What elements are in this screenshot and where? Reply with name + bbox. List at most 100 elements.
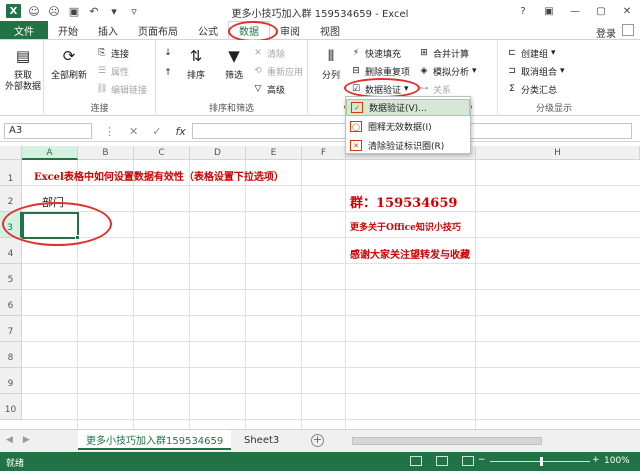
login-link[interactable]: 登录 <box>596 25 616 40</box>
flash-fill-button[interactable]: ⚡ 快速填充 <box>350 46 401 60</box>
cell-a2-value: 部门 <box>42 196 64 209</box>
clear-button[interactable]: ✕ 清除 <box>252 46 285 60</box>
row-header-2[interactable]: 2 <box>0 186 22 212</box>
column-header-e[interactable]: E <box>246 146 302 160</box>
sheet-tab-active[interactable]: 更多小技巧加入群159534659 <box>78 430 232 450</box>
advanced-button[interactable]: ▽ 高级 <box>252 82 285 96</box>
insert-function-button[interactable]: fx <box>175 125 185 138</box>
tab-data[interactable]: 数据 <box>228 21 270 39</box>
ungroup-button[interactable]: ⊐ 取消组合 ▾ <box>506 64 564 78</box>
text-to-columns-button[interactable]: ⫴ 分列 <box>316 44 346 82</box>
tab-home[interactable]: 开始 <box>48 21 88 39</box>
sort-button[interactable]: ⇅ 排序 <box>180 44 212 82</box>
column-header-f[interactable]: F <box>302 146 346 160</box>
zoom-out-icon[interactable]: − <box>478 455 486 465</box>
relationships-button[interactable]: ⊶ 关系 <box>418 82 452 96</box>
row-header-6[interactable]: 6 <box>0 290 22 316</box>
edit-links-label: 编辑链接 <box>111 85 148 96</box>
sort-za-button[interactable]: ↑ <box>162 66 174 80</box>
add-sheet-icon[interactable]: + <box>311 434 324 447</box>
row-header-5[interactable]: 5 <box>0 264 22 290</box>
relationships-label: 关系 <box>433 85 452 96</box>
column-header-b[interactable]: B <box>78 146 134 160</box>
subtotal-label: 分类汇总 <box>521 85 558 96</box>
cancel-icon[interactable]: ✕ <box>129 125 138 138</box>
select-all-corner[interactable] <box>0 146 22 160</box>
connections-button[interactable]: ⎘ 连接 <box>96 46 129 60</box>
worksheet-grid[interactable]: A B C D E F H 1 2 3 4 5 6 7 8 9 10 Excel… <box>0 146 640 429</box>
properties-icon: ☰ <box>97 66 107 76</box>
minimize-button[interactable]: — <box>562 0 588 22</box>
row-header-9[interactable]: 9 <box>0 368 22 394</box>
tab-view[interactable]: 视图 <box>310 21 350 39</box>
fill-handle[interactable] <box>75 235 80 240</box>
row-header-4[interactable]: 4 <box>0 238 22 264</box>
ribbon-display-icon[interactable]: ▣ <box>536 0 562 22</box>
page-layout-view-icon[interactable] <box>436 456 448 466</box>
help-button[interactable]: ? <box>510 0 536 22</box>
edit-links-button[interactable]: ⛓ 编辑链接 <box>96 82 147 96</box>
prev-sheet-icon[interactable]: ◀ <box>6 435 13 445</box>
smiley-icon[interactable]: ☺ <box>27 4 41 18</box>
row-header-8[interactable]: 8 <box>0 342 22 368</box>
properties-button[interactable]: ☰ 属性 <box>96 64 129 78</box>
active-cell-a3[interactable] <box>22 212 79 239</box>
row-header-3[interactable]: 3 <box>0 212 22 238</box>
menu-item-data-validation[interactable]: ✓ 数据验证(V)... <box>346 99 470 116</box>
formula-bar: A3 ⋮ ✕ ✓ fx <box>0 120 640 142</box>
enter-icon[interactable]: ✓ <box>152 125 161 138</box>
row-header-7[interactable]: 7 <box>0 316 22 342</box>
column-header-a[interactable]: A <box>22 146 78 160</box>
close-button[interactable]: ✕ <box>614 0 640 22</box>
filter-button[interactable]: ▼ 筛选 <box>218 44 250 82</box>
zoom-slider-knob[interactable] <box>540 457 543 466</box>
remove-duplicates-button[interactable]: ⊟ 删除重复项 <box>350 64 410 78</box>
undo-icon[interactable]: ↶ <box>87 4 101 18</box>
group-button[interactable]: ⊏ 创建组 ▾ <box>506 46 555 60</box>
consolidate-button[interactable]: ⊞ 合并计算 <box>418 46 469 60</box>
name-box[interactable]: A3 <box>4 123 92 139</box>
ribbon-collapse-icon[interactable] <box>622 24 634 36</box>
tab-formulas[interactable]: 公式 <box>188 21 228 39</box>
menu-item-clear-circles[interactable]: ✕ 清除验证标识圈(R) <box>346 137 470 154</box>
reapply-button[interactable]: ⟲ 重新应用 <box>252 64 303 78</box>
subtotal-button[interactable]: Σ 分类汇总 <box>506 82 557 96</box>
row-header-10[interactable]: 10 <box>0 394 22 420</box>
thanks-text: 感谢大家关注望转发与收藏 <box>350 250 470 261</box>
get-external-data-label: 获取 外部数据 <box>4 71 41 92</box>
clear-filter-icon: ✕ <box>254 48 262 58</box>
tab-page-layout[interactable]: 页面布局 <box>128 21 188 39</box>
remove-duplicates-label: 删除重复项 <box>365 67 411 78</box>
advanced-label: 高级 <box>267 85 286 96</box>
sort-az-button[interactable]: ↓ <box>162 46 174 60</box>
tab-file[interactable]: 文件 <box>0 21 48 39</box>
customize-qat-icon[interactable]: ▿ <box>127 4 141 18</box>
horizontal-scrollbar[interactable] <box>340 436 630 446</box>
what-if-button[interactable]: ◈ 模拟分析 ▾ <box>418 64 477 78</box>
column-header-d[interactable]: D <box>190 146 246 160</box>
normal-view-icon[interactable] <box>410 456 422 466</box>
menu-item-circle-invalid[interactable]: ◯ 圈释无效数据(I) <box>346 118 470 135</box>
tab-review[interactable]: 审阅 <box>270 21 310 39</box>
undo-dropdown-icon[interactable]: ▾ <box>107 4 121 18</box>
sheet-tab-sheet3[interactable]: Sheet3 <box>236 430 287 450</box>
column-header-h[interactable]: H <box>476 146 640 160</box>
data-validation-button[interactable]: ☑ 数据验证 ▾ <box>350 82 409 96</box>
text-to-columns-icon: ⫴ <box>327 46 335 65</box>
tab-insert[interactable]: 插入 <box>88 21 128 39</box>
flash-fill-icon: ⚡ <box>352 48 360 58</box>
row-header-1[interactable]: 1 <box>0 160 22 186</box>
get-external-data-button[interactable]: ▤ 获取 外部数据 <box>4 44 42 93</box>
zoom-in-icon[interactable]: + <box>592 455 600 465</box>
sort-az-icon: ↓ <box>164 48 172 58</box>
save-icon[interactable]: ▣ <box>67 4 81 18</box>
scrollbar-thumb[interactable] <box>352 437 542 445</box>
sad-face-icon[interactable]: ☹ <box>47 4 61 18</box>
maximize-button[interactable]: ▢ <box>588 0 614 22</box>
zoom-percent[interactable]: 100% <box>604 456 630 466</box>
next-sheet-icon[interactable]: ▶ <box>23 435 30 445</box>
column-header-c[interactable]: C <box>134 146 190 160</box>
page-break-view-icon[interactable] <box>462 456 474 466</box>
more-tips-text: 更多关于Office知识小技巧 <box>350 223 461 233</box>
refresh-all-button[interactable]: ⟳ 全部刷新 <box>48 44 90 82</box>
